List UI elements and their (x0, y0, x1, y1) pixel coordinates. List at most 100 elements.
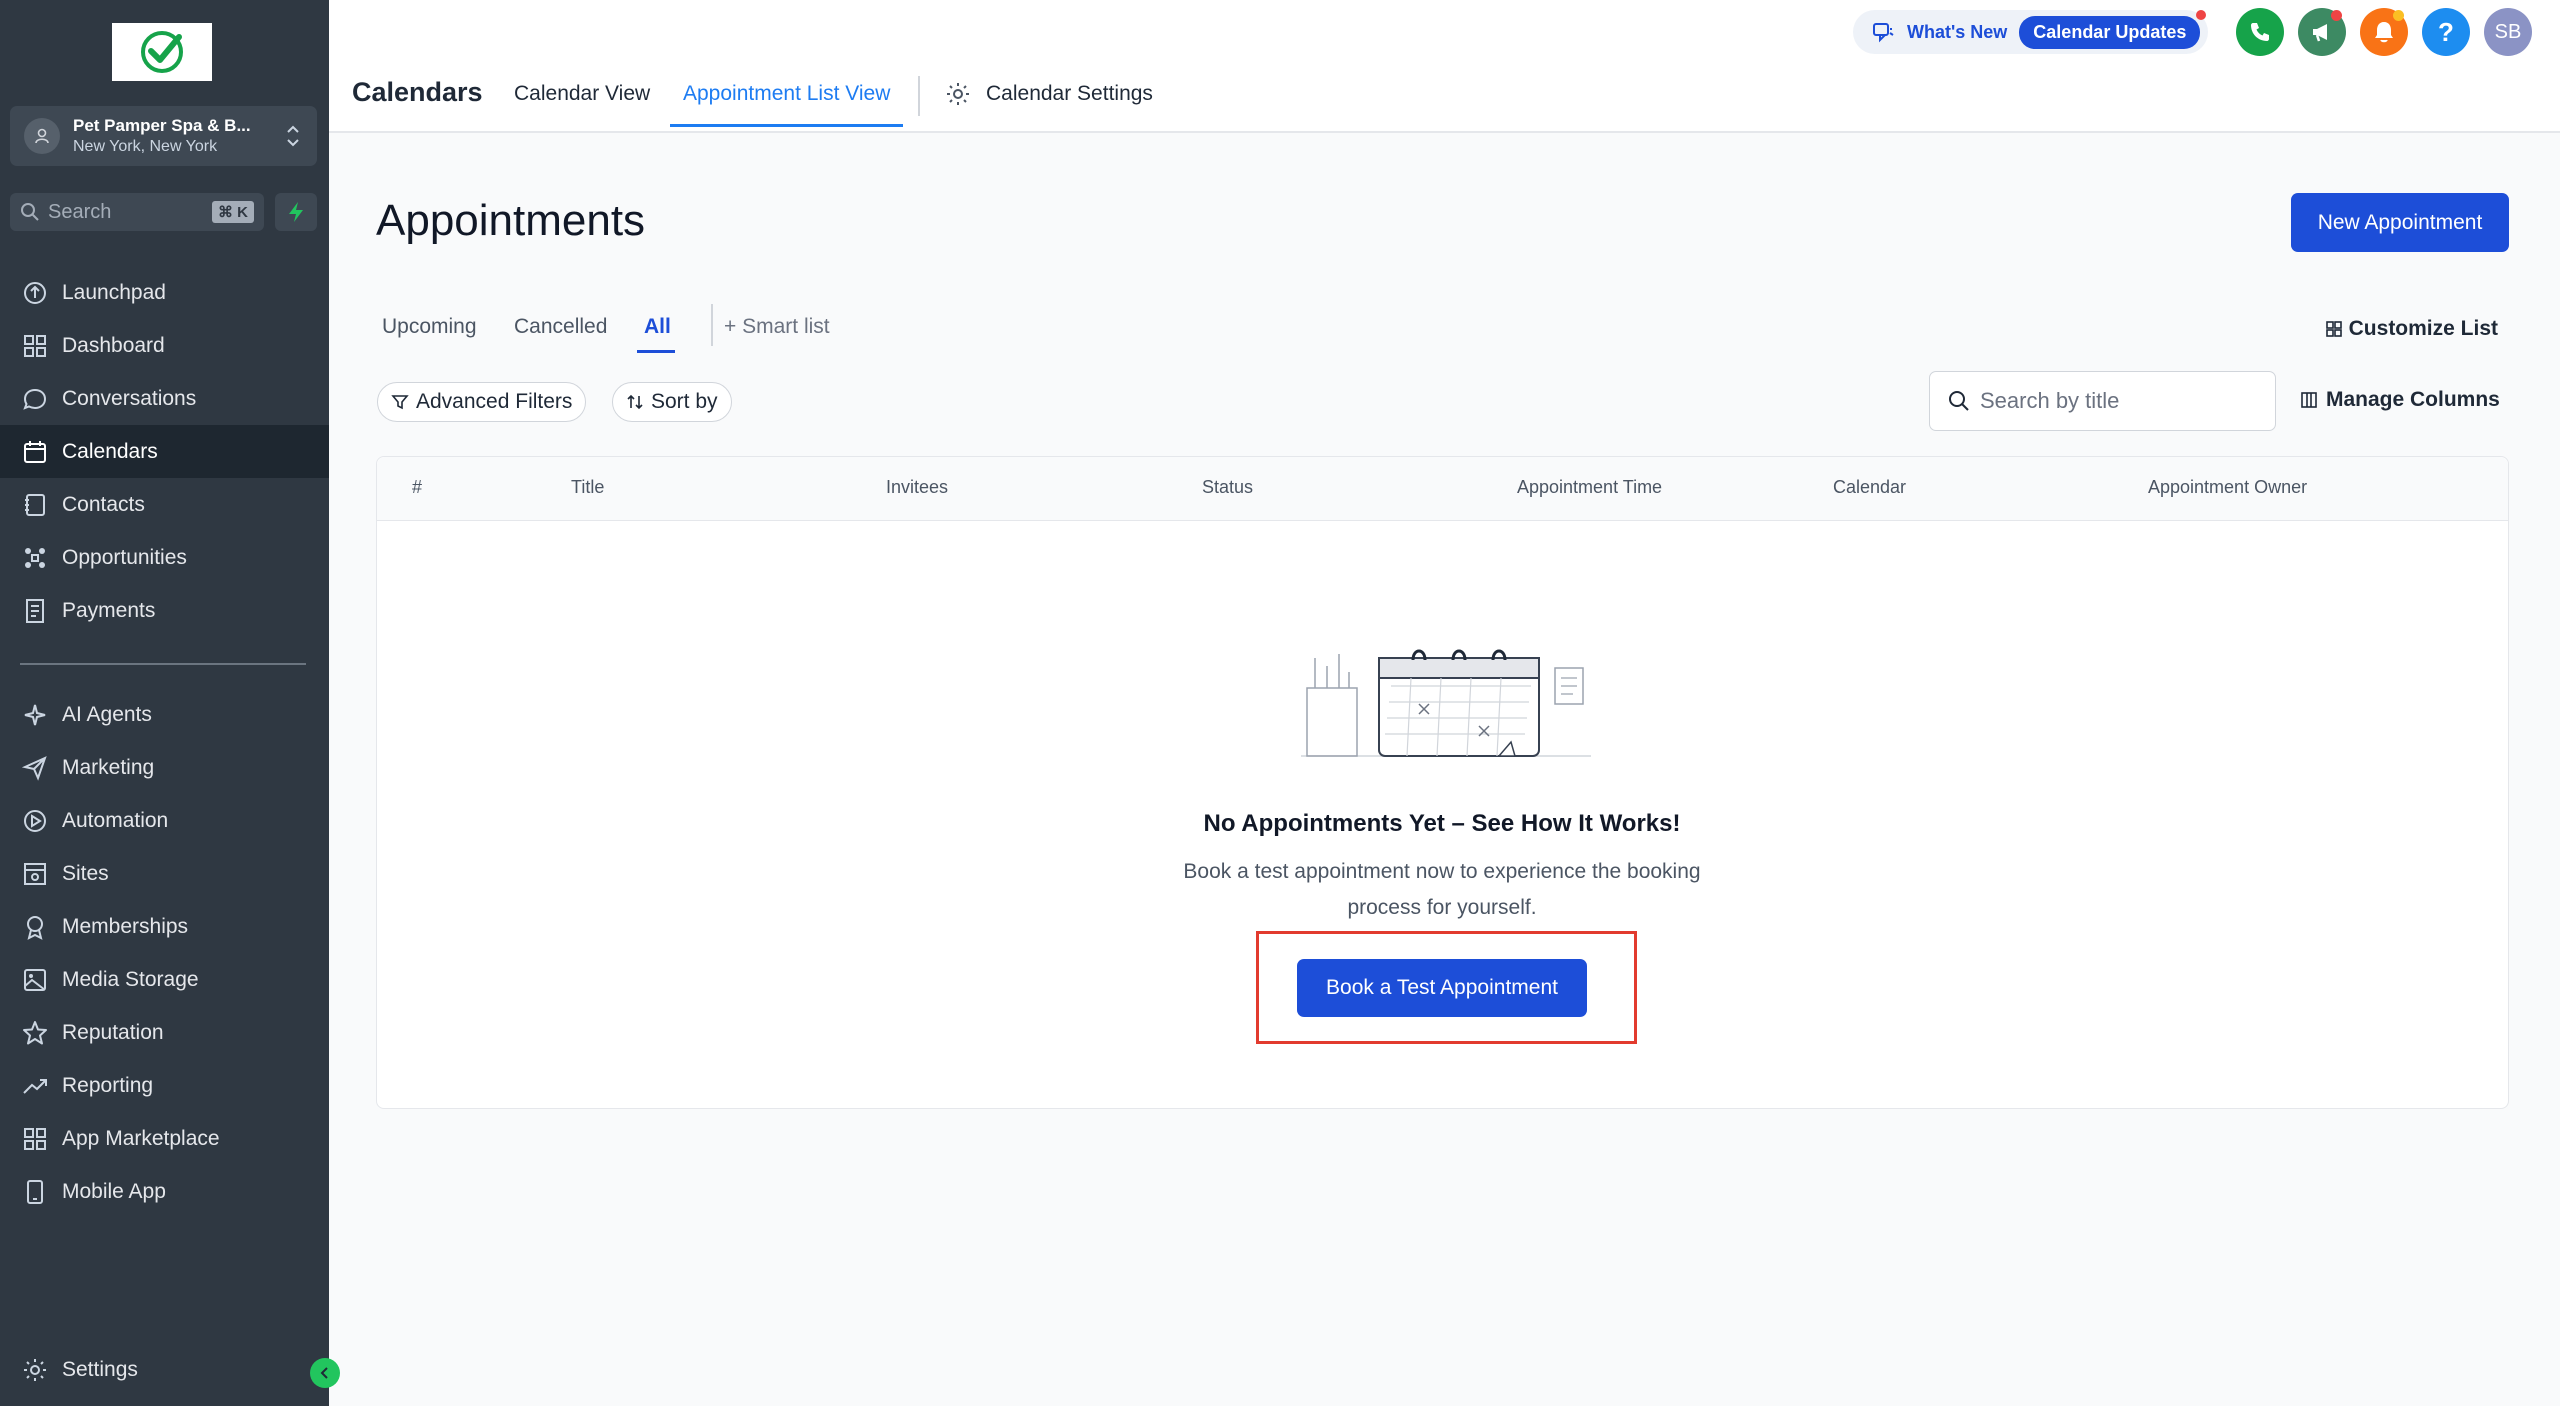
search-shortcut: ⌘ K (212, 201, 254, 223)
sidebar-item-ai-agents[interactable]: AI Agents (0, 688, 329, 741)
sites-icon (24, 862, 46, 885)
send-icon (21, 755, 47, 781)
phone-call-icon (2251, 23, 2269, 41)
sort-by-button[interactable]: Sort by (612, 382, 732, 422)
help-button[interactable]: ? (2422, 8, 2470, 56)
notification-dot (2331, 10, 2342, 21)
chat-icon (23, 388, 47, 410)
sidebar-item-reputation[interactable]: Reputation (0, 1006, 329, 1059)
column-header-status[interactable]: Status (1202, 477, 1253, 498)
column-header-invitees[interactable]: Invitees (886, 477, 948, 498)
sidebar-item-settings[interactable]: Settings (0, 1343, 329, 1396)
tab-separator (918, 76, 920, 116)
bolt-icon (289, 202, 303, 222)
sidebar-item-launchpad[interactable]: Launchpad (0, 266, 329, 319)
sparkle-icon (24, 704, 46, 725)
filter-icon (391, 395, 409, 410)
manage-columns-button[interactable]: Manage Columns (2300, 388, 2500, 412)
sidebar-search[interactable]: Search ⌘ K (10, 193, 264, 231)
launchpad-icon (24, 281, 46, 304)
sidebar-item-automation[interactable]: Automation (0, 794, 329, 847)
notifications-button[interactable] (2360, 8, 2408, 56)
location-switcher[interactable]: Pet Pamper Spa & B... New York, New York (10, 106, 317, 166)
gear-icon (947, 83, 969, 105)
tab-upcoming[interactable]: Upcoming (382, 315, 477, 339)
book-test-appointment-button[interactable]: Book a Test Appointment (1297, 959, 1587, 1017)
add-smart-list-button[interactable]: + Smart list (724, 315, 830, 339)
sidebar: Pet Pamper Spa & B... New York, New York… (0, 0, 340, 1406)
tab-all[interactable]: All (644, 315, 671, 339)
opportunities-icon (25, 547, 45, 568)
sidebar-divider (20, 663, 306, 665)
tab-cancelled[interactable]: Cancelled (514, 315, 607, 339)
megaphone-button[interactable] (2298, 8, 2346, 56)
tab-calendar-view[interactable]: Calendar View (514, 82, 650, 106)
sidebar-collapse-button[interactable] (310, 1358, 340, 1388)
sidebar-item-app-marketplace[interactable]: App Marketplace (0, 1112, 329, 1165)
search-icon (21, 203, 39, 221)
location-avatar-icon (24, 118, 60, 154)
sidebar-item-media-storage[interactable]: Media Storage (0, 953, 329, 1006)
sidebar-item-mobile-app[interactable]: Mobile App (0, 1165, 329, 1218)
calendar-updates-badge[interactable]: Calendar Updates (2019, 9, 2207, 49)
sidebar-item-conversations[interactable]: Conversations (0, 372, 329, 425)
location-name: Pet Pamper Spa & B... (73, 116, 251, 136)
sidebar-item-reporting[interactable]: Reporting (0, 1059, 329, 1112)
checkmark-logo-icon (141, 31, 183, 73)
sidebar-item-dashboard[interactable]: Dashboard (0, 319, 329, 372)
advanced-filters-button[interactable]: Advanced Filters (377, 382, 587, 422)
whats-new-banner[interactable]: What's New Calendar Updates (1853, 9, 2208, 54)
automation-icon (24, 809, 46, 832)
image-icon (24, 968, 46, 991)
empty-calendar-illustration (1301, 649, 1591, 757)
megaphone-icon (2313, 24, 2327, 42)
column-header-appointment-owner[interactable]: Appointment Owner (2148, 477, 2307, 498)
tab-calendar-settings-label: Calendar Settings (986, 82, 1153, 105)
sidebar-item-memberships[interactable]: Memberships (0, 900, 329, 953)
sidebar-item-label: App Marketplace (62, 1126, 220, 1150)
sidebar-item-opportunities[interactable]: Opportunities (0, 531, 329, 584)
subtab-separator (711, 304, 713, 346)
sidebar-item-marketing[interactable]: Marketing (0, 741, 329, 794)
company-logo[interactable] (112, 23, 212, 81)
sidebar-item-sites[interactable]: Sites (0, 847, 329, 900)
sidebar-item-label: Dashboard (62, 333, 165, 357)
sidebar-item-calendars[interactable]: Calendars (0, 425, 329, 478)
announcement-icon (1873, 23, 1894, 43)
active-subtab-indicator (637, 350, 675, 353)
appointments-heading: Appointments (376, 196, 646, 245)
sidebar-item-label: Contacts (62, 492, 145, 516)
phone-button[interactable] (2236, 8, 2284, 56)
column-header-appointment-time[interactable]: Appointment Time (1517, 477, 1662, 498)
tab-appointment-list-view[interactable]: Appointment List View (683, 82, 890, 106)
phone-icon (27, 1179, 43, 1204)
sidebar-item-contacts[interactable]: Contacts (0, 478, 329, 531)
advanced-filters-label: Advanced Filters (416, 390, 573, 413)
tab-calendar-settings[interactable]: Calendar Settings (944, 80, 1153, 108)
sidebar-item-label: Launchpad (62, 280, 166, 304)
page-title: Calendars (352, 77, 483, 107)
search-placeholder: Search by title (1980, 388, 2120, 413)
sidebar-item-payments[interactable]: Payments (0, 584, 329, 637)
new-appointment-button[interactable]: New Appointment (2291, 193, 2509, 252)
search-by-title-input[interactable]: Search by title (1929, 371, 2276, 431)
top-header: Calendars Calendar View Appointment List… (329, 0, 2560, 133)
customize-icon (2325, 321, 2342, 337)
column-header-title[interactable]: Title (571, 477, 604, 498)
notification-dot (2196, 9, 2207, 20)
sidebar-nav-primary: Launchpad Dashboard Conversations Calend… (0, 266, 329, 637)
sidebar-item-label: Automation (62, 808, 169, 832)
column-header-number[interactable]: # (412, 477, 422, 498)
sidebar-nav-footer: Settings (0, 1343, 329, 1396)
award-icon (27, 915, 43, 940)
quick-actions-button[interactable] (275, 193, 317, 231)
bell-icon (2375, 22, 2393, 43)
calendar-icon (24, 440, 46, 463)
table-header: # Title Invitees Status Appointment Time… (377, 457, 2508, 521)
gear-icon (24, 1358, 46, 1381)
customize-list-button[interactable]: Customize List (2325, 317, 2498, 341)
location-city: New York, New York (73, 137, 218, 155)
question-icon: ? (2438, 16, 2454, 47)
column-header-calendar[interactable]: Calendar (1833, 477, 1906, 498)
user-avatar[interactable]: SB (2484, 8, 2532, 56)
